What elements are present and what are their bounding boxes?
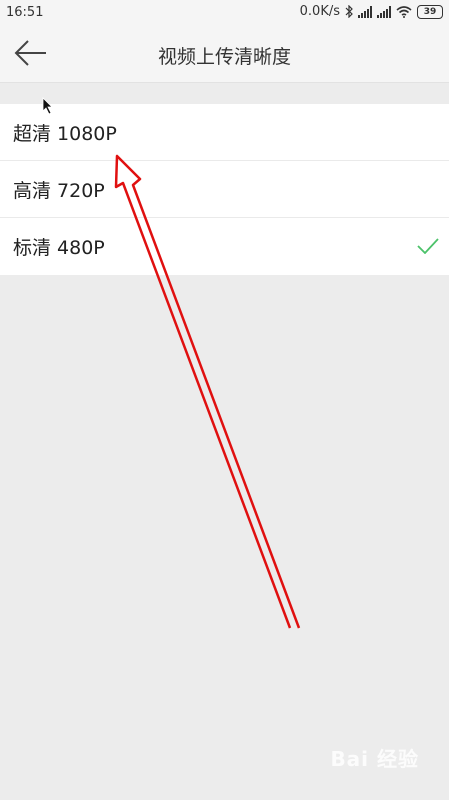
watermark: Bai 经验 <box>330 747 419 771</box>
header: 视频上传清晰度 <box>0 26 449 83</box>
option-1080p[interactable]: 超清 1080P <box>0 104 449 161</box>
status-bar: 16:51 0.0K/s 39 <box>0 0 449 26</box>
mouse-cursor-icon <box>42 97 53 115</box>
option-480p[interactable]: 标清 480P <box>0 218 449 275</box>
option-label: 标清 480P <box>13 237 105 259</box>
status-icons: 0.0K/s 39 <box>300 4 443 19</box>
page-title: 视频上传清晰度 <box>157 46 291 68</box>
option-label: 超清 1080P <box>13 123 117 145</box>
bluetooth-icon <box>345 5 353 18</box>
wifi-icon <box>396 5 412 18</box>
status-time: 16:51 <box>6 5 44 20</box>
battery-icon: 39 <box>417 4 443 19</box>
check-icon <box>417 238 439 254</box>
signal-icon <box>377 5 391 18</box>
resolution-options: 超清 1080P 高清 720P 标清 480P <box>0 104 449 275</box>
option-720p[interactable]: 高清 720P <box>0 161 449 218</box>
signal-icon <box>358 5 372 18</box>
net-speed: 0.0K/s <box>299 4 340 19</box>
option-label: 高清 720P <box>13 180 105 202</box>
